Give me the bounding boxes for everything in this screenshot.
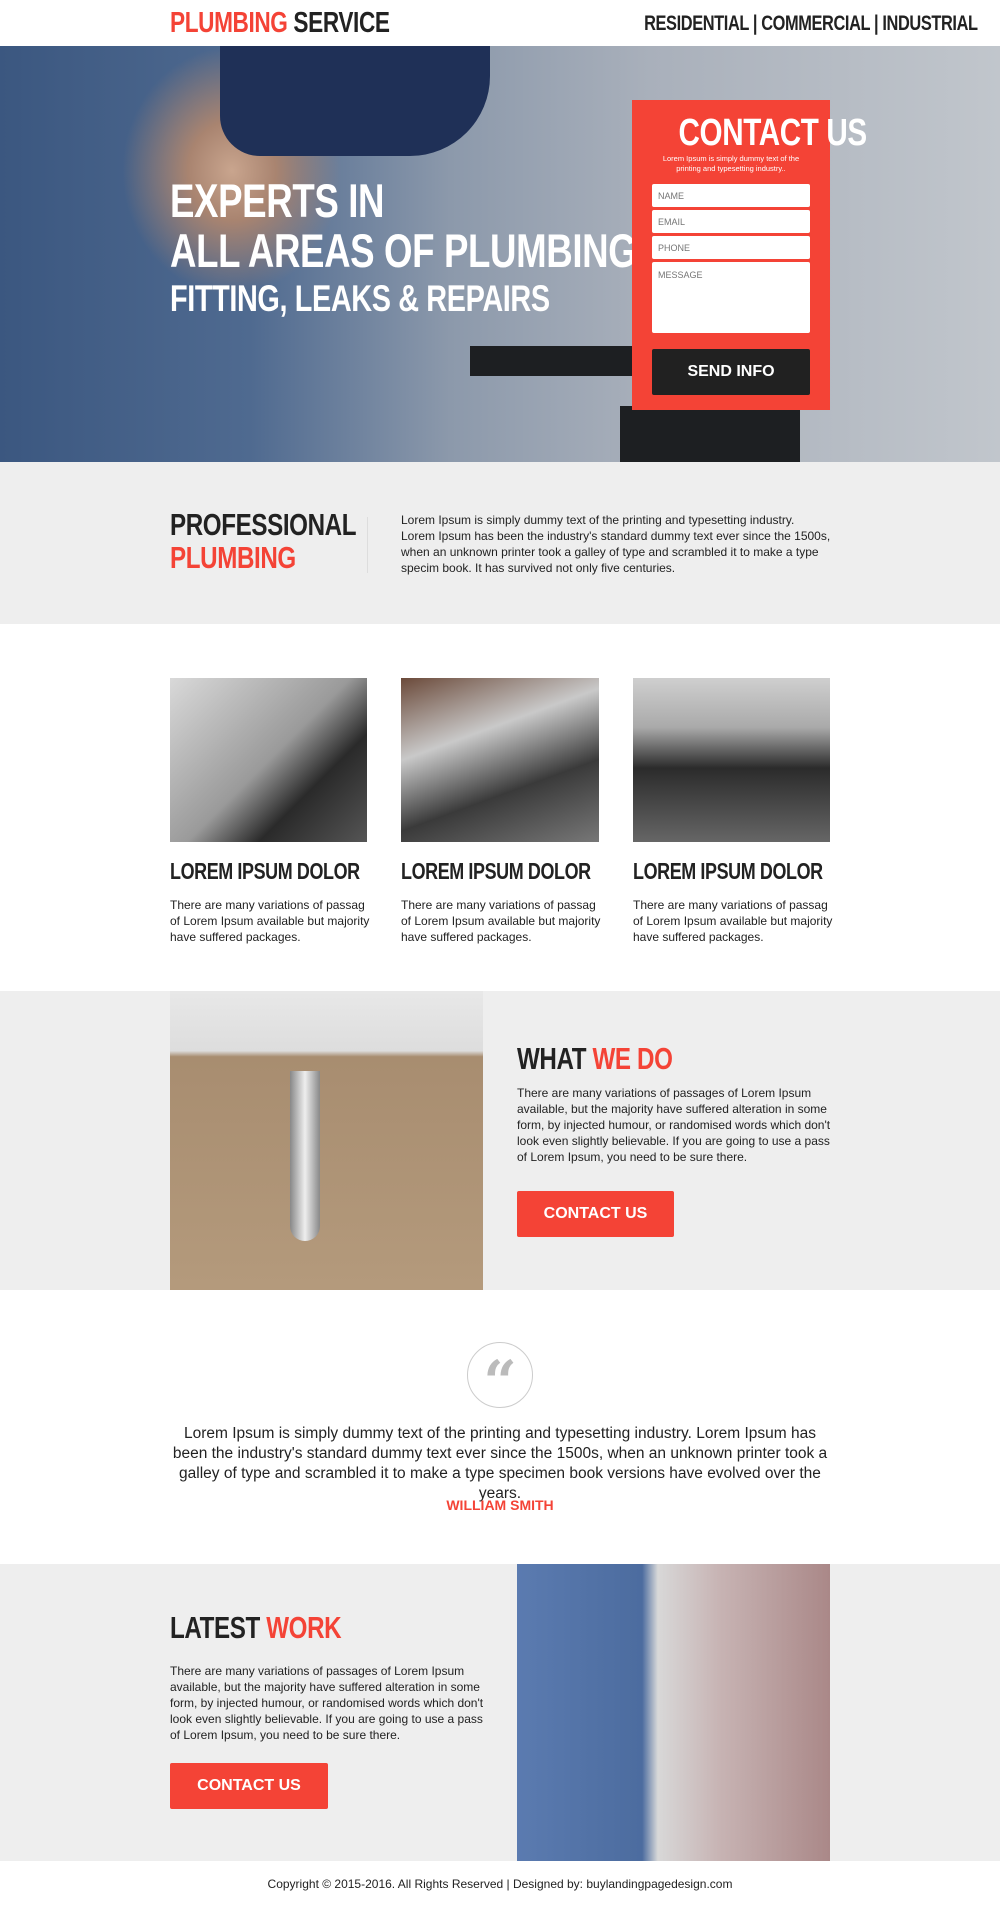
feature-title: LOREM IPSUM DOLOR [633, 858, 823, 884]
message-input[interactable] [652, 262, 810, 333]
what-we-do-image [170, 991, 483, 1290]
title-dark: LATEST [170, 1610, 260, 1645]
contact-us-button[interactable]: CONTACT US [170, 1763, 328, 1809]
header: PLUMBING SERVICE RESIDENTIAL | COMMERCIA… [0, 0, 1000, 46]
brand-red: PLUMBING [170, 7, 288, 39]
latest-work-image [517, 1564, 830, 1861]
latest-work-text: There are many variations of passages of… [170, 1664, 484, 1742]
feature-image [401, 678, 599, 842]
testimonial-author: WILLIAM SMITH [446, 1497, 554, 1513]
brand-dark: SERVICE [293, 7, 390, 39]
testimonial-section: “ Lorem Ipsum is simply dummy text of th… [0, 1290, 1000, 1564]
feature-image [633, 678, 830, 842]
latest-work-title: LATEST WORK [170, 1610, 342, 1646]
title-red: WORK [266, 1610, 342, 1645]
feature-text: There are many variations of passag of L… [401, 898, 601, 944]
what-we-do-title: WHAT WE DO [517, 1041, 673, 1077]
what-we-do-section: WHAT WE DO There are many variations of … [0, 991, 1000, 1290]
feature-title: LOREM IPSUM DOLOR [401, 858, 591, 884]
professional-text: Lorem Ipsum is simply dummy text of the … [401, 513, 831, 575]
service-nav: RESIDENTIAL | COMMERCIAL | INDUSTRIAL [550, 12, 978, 36]
brand-logo[interactable]: PLUMBING SERVICE [170, 7, 452, 40]
form-title: CONTACT US [678, 112, 868, 154]
send-info-button[interactable]: SEND INFO [652, 349, 810, 395]
quote-icon: “ [467, 1342, 533, 1416]
name-input[interactable] [652, 184, 810, 207]
title-red: WE DO [592, 1041, 673, 1076]
testimonial-text: Lorem Ipsum is simply dummy text of the … [172, 1425, 828, 1502]
feature-text: There are many variations of passag of L… [170, 898, 370, 944]
professional-title-red: PLUMBING [170, 540, 296, 575]
form-subtitle: Lorem Ipsum is simply dummy text of the … [662, 154, 800, 173]
title-dark: WHAT [517, 1041, 587, 1076]
divider [367, 517, 368, 573]
features-section: LOREM IPSUM DOLOR There are many variati… [0, 624, 1000, 991]
email-input[interactable] [652, 210, 810, 233]
cap-shape [220, 46, 490, 156]
feature-image [170, 678, 367, 842]
service-nav-text: RESIDENTIAL | COMMERCIAL | INDUSTRIAL [644, 12, 978, 35]
feature-text: There are many variations of passag of L… [633, 898, 833, 944]
contact-us-button[interactable]: CONTACT US [517, 1191, 674, 1237]
professional-title-dark: PROFESSIONAL [170, 507, 357, 542]
footer: Copyright © 2015-2016. All Rights Reserv… [0, 1861, 1000, 1907]
contact-form: CONTACT US Lorem Ipsum is simply dummy t… [632, 100, 867, 410]
latest-work-section: LATEST WORK There are many variations of… [0, 1564, 1000, 1861]
feature-title: LOREM IPSUM DOLOR [170, 858, 360, 884]
hero-line3: FITTING, LEAKS & REPAIRS [170, 278, 550, 319]
hero-line1: EXPERTS IN [170, 174, 385, 227]
professional-section: PROFESSIONAL PLUMBING Lorem Ipsum is sim… [0, 462, 1000, 624]
hero: EXPERTS IN ALL AREAS OF PLUMBING FITTING… [0, 46, 1000, 462]
phone-input[interactable] [652, 236, 810, 259]
what-we-do-text: There are many variations of passages of… [517, 1086, 831, 1164]
professional-title: PROFESSIONAL PLUMBING [170, 508, 409, 574]
hero-line2: ALL AREAS OF PLUMBING [170, 224, 637, 277]
footer-text: Copyright © 2015-2016. All Rights Reserv… [267, 1877, 733, 1891]
